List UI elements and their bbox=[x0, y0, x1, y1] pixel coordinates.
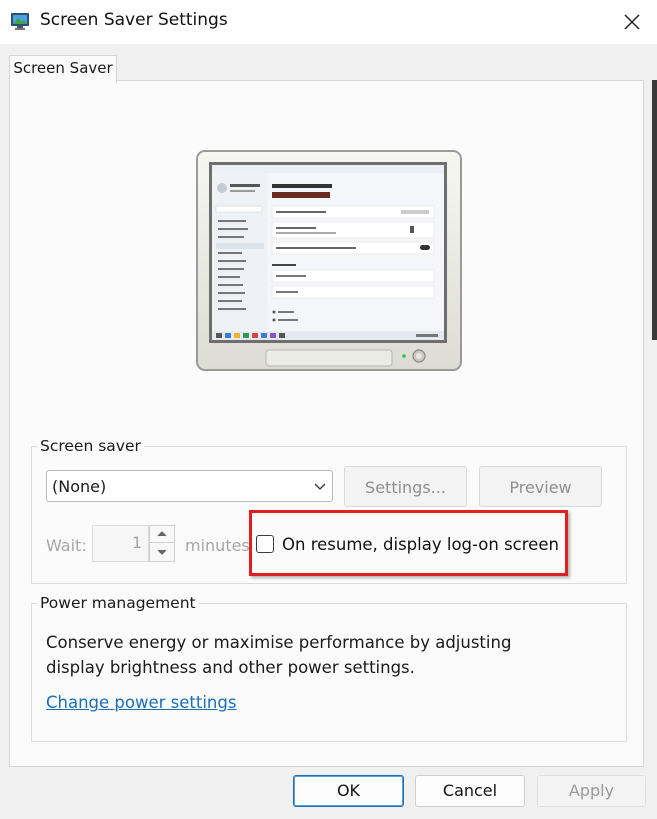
chevron-down-icon bbox=[157, 549, 167, 555]
power-description-line-2: display brightness and other power setti… bbox=[46, 658, 415, 677]
close-icon bbox=[623, 14, 640, 30]
screen-saver-group-label: Screen saver bbox=[37, 437, 144, 455]
preview-button-label: Preview bbox=[509, 478, 572, 497]
preview-button[interactable]: Preview bbox=[479, 466, 602, 507]
tab-screen-saver[interactable]: Screen Saver bbox=[9, 55, 117, 83]
background-window-edge bbox=[652, 80, 657, 340]
settings-button-label: Settings... bbox=[365, 478, 446, 497]
monitor-preview-icon bbox=[196, 150, 462, 371]
power-description: Conserve energy or maximise performance … bbox=[46, 630, 511, 680]
screen-saver-dropdown-value: (None) bbox=[52, 477, 107, 496]
chevron-down-icon bbox=[314, 483, 326, 490]
wait-input-value: 1 bbox=[131, 533, 142, 552]
wait-increment-button[interactable] bbox=[149, 525, 175, 543]
ok-button[interactable]: OK bbox=[293, 775, 404, 807]
change-power-settings-link[interactable]: Change power settings bbox=[46, 693, 236, 712]
screen-saver-app-icon bbox=[11, 13, 29, 30]
wait-input[interactable]: 1 bbox=[92, 525, 149, 562]
wait-label: Wait: bbox=[46, 536, 87, 555]
wait-decrement-button[interactable] bbox=[149, 543, 175, 562]
window-title: Screen Saver Settings bbox=[40, 10, 228, 30]
close-button[interactable] bbox=[606, 0, 657, 44]
title-bar: Screen Saver Settings bbox=[0, 0, 657, 44]
highlight-box bbox=[249, 510, 568, 576]
apply-button[interactable]: Apply bbox=[537, 775, 646, 807]
screen-saver-dropdown[interactable]: (None) bbox=[46, 470, 333, 502]
settings-button[interactable]: Settings... bbox=[344, 466, 467, 507]
cancel-button[interactable]: Cancel bbox=[415, 775, 525, 807]
minutes-label: minutes bbox=[185, 536, 250, 555]
power-description-line-1: Conserve energy or maximise performance … bbox=[46, 633, 512, 652]
power-management-group-label: Power management bbox=[37, 594, 199, 612]
chevron-up-icon bbox=[157, 531, 167, 537]
